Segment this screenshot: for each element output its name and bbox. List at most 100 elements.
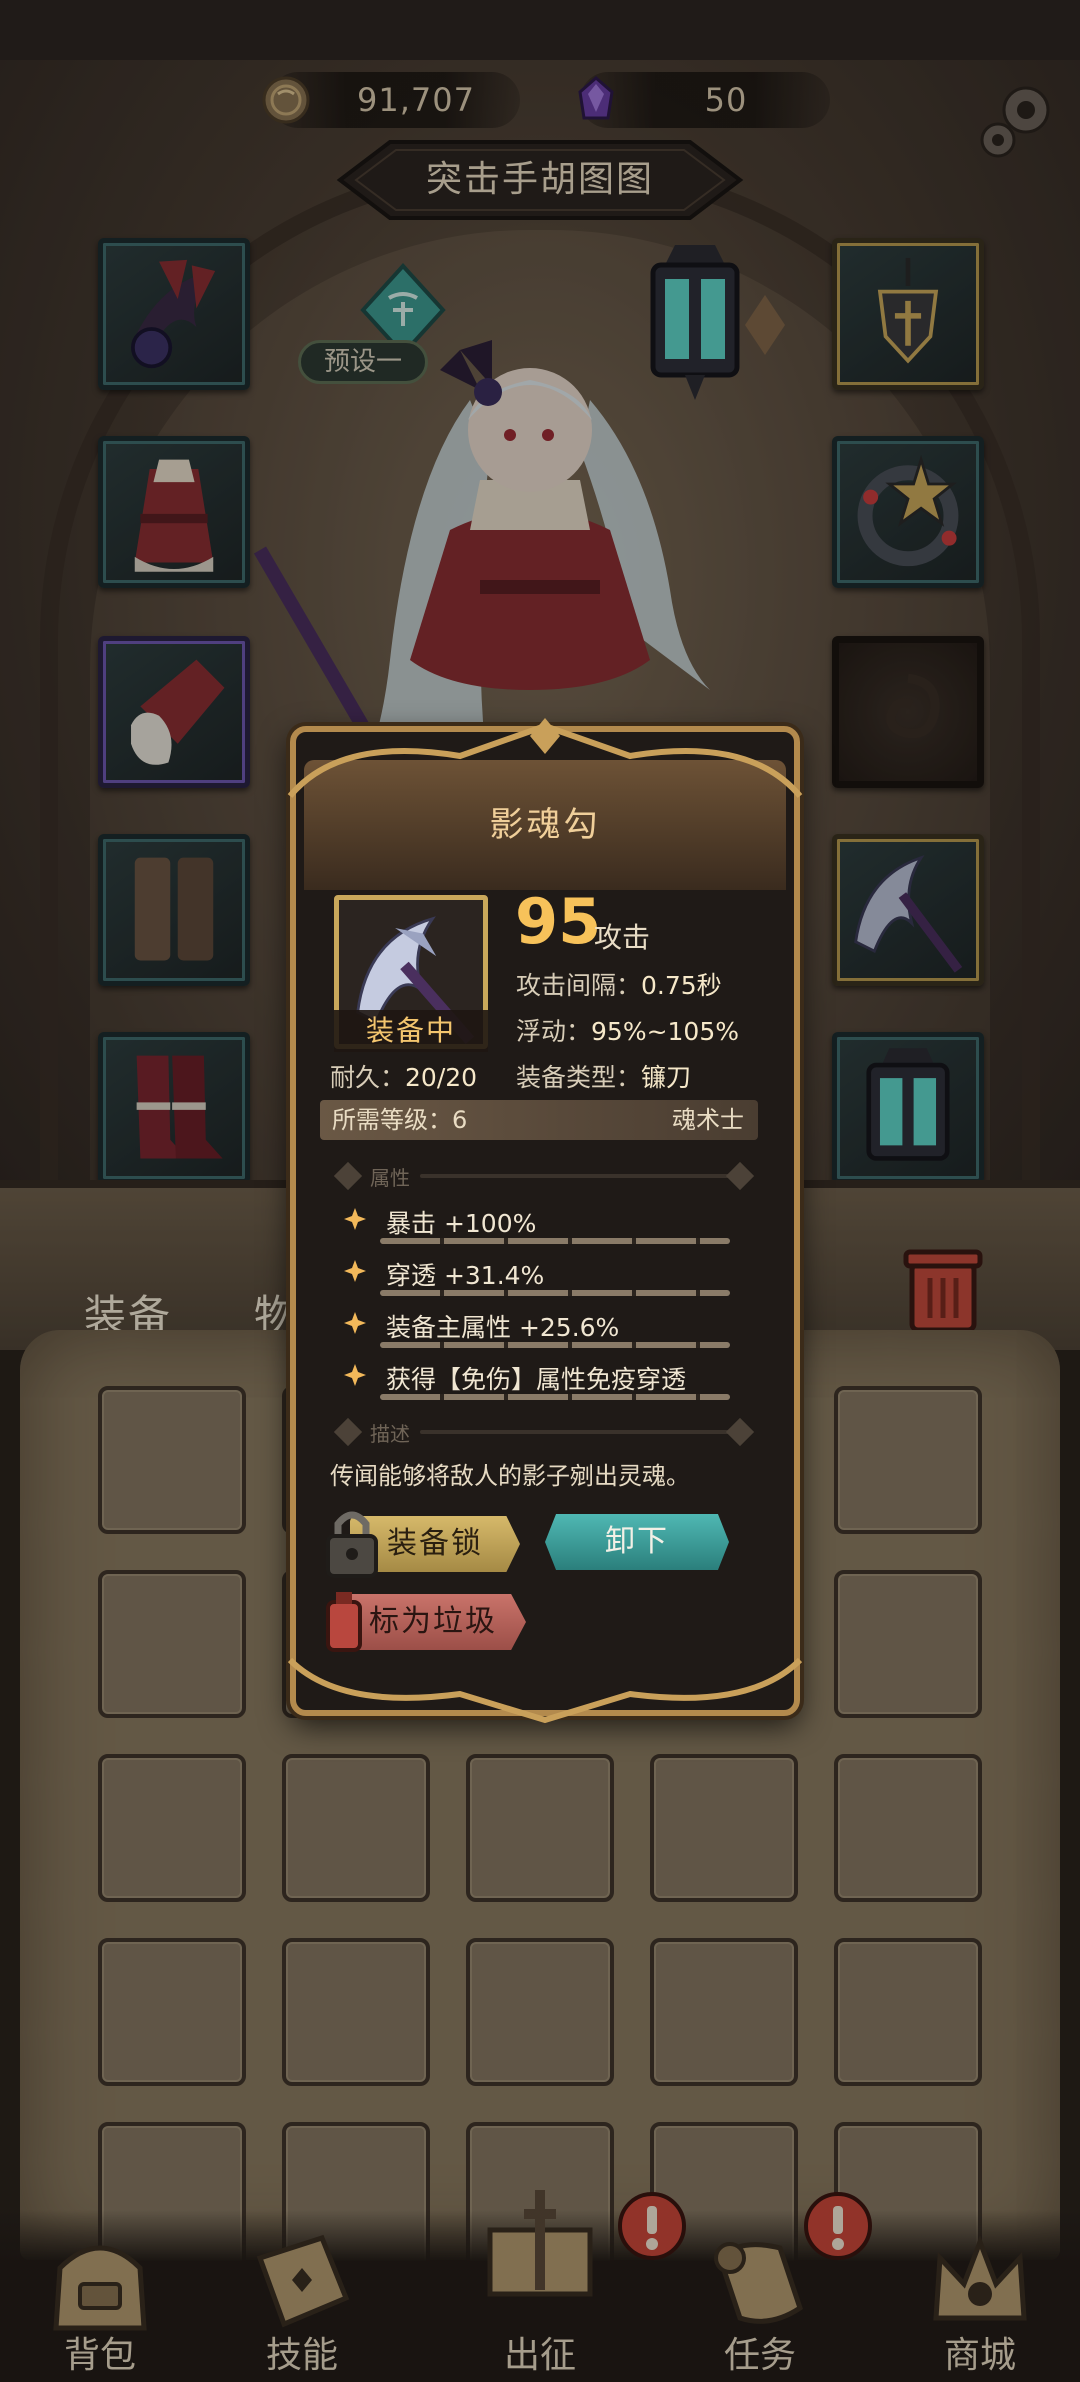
slot-ring[interactable] [832, 436, 984, 588]
attack-interval-label: 攻击间隔： [516, 971, 642, 1000]
trash-can-icon[interactable] [898, 1238, 988, 1338]
feather-headpiece-icon [131, 259, 216, 369]
slot-armor[interactable] [98, 436, 250, 588]
inventory-cell[interactable] [834, 1570, 982, 1718]
inventory-cell[interactable] [834, 1754, 982, 1902]
trash-lamp-icon [326, 1592, 362, 1652]
attribute-divider [380, 1290, 730, 1296]
float-value: 95%~105% [591, 1017, 740, 1046]
gem-amount: 50 [704, 81, 748, 119]
slot-pants[interactable] [98, 834, 250, 986]
backpack-icon [53, 2245, 147, 2331]
red-glove-icon [131, 659, 225, 765]
type-label: 装备类型： [516, 1063, 642, 1092]
leather-boots-icon [134, 857, 214, 961]
unequip-button[interactable]: 卸下 [545, 1514, 729, 1570]
slot-weapon[interactable] [832, 834, 984, 986]
slot-gloves[interactable] [98, 636, 250, 788]
expedition-sword-map-icon [487, 2190, 593, 2297]
inventory-cell[interactable] [466, 1938, 614, 2086]
attribute-divider [380, 1394, 730, 1400]
item-name: 影魂勾 [489, 805, 601, 845]
item-description: 传闻能够将敌人的影子剜出灵魂。 [330, 1462, 690, 1490]
inventory-cell[interactable] [466, 1754, 614, 1902]
gold-counter[interactable]: 91,707 [262, 72, 520, 128]
status-bar-band [0, 0, 1080, 60]
attribute-line: 暴击 +100% [386, 1209, 537, 1238]
inventory-cell[interactable] [650, 1754, 798, 1902]
gold-amount: 91,707 [357, 81, 475, 119]
level-requirement: 所需等级：6 [332, 1102, 467, 1138]
attribute-line: 穿透 +31.4% [386, 1261, 545, 1290]
shadow-scythe-icon [854, 855, 963, 973]
nav-expedition[interactable]: 出征 [440, 2170, 640, 2382]
nav-shop-label: 商城 [943, 2335, 1016, 2376]
nav-shop[interactable]: 商城 [880, 2210, 1080, 2382]
description-header: 描述 [370, 1422, 410, 1446]
section-divider [420, 1430, 734, 1434]
lantern-icon [650, 245, 785, 400]
attribute-star-icon [344, 1312, 366, 1334]
slot-amulet[interactable] [832, 238, 984, 390]
empty-slot-swirl-icon [886, 673, 940, 739]
inventory-cell[interactable] [98, 1386, 246, 1534]
equipped-tag: 装备中 [334, 1010, 488, 1052]
attack-interval-value: 0.75秒 [641, 971, 722, 1000]
padlock-icon [326, 1511, 378, 1578]
attribute-divider [380, 1342, 730, 1348]
skill-book-icon [256, 2234, 350, 2328]
shield-amulet-icon [877, 257, 939, 364]
gem-counter[interactable]: 50 [578, 72, 830, 128]
popup-ornament-top [287, 718, 803, 798]
level-label: 所需等级： [332, 1106, 452, 1134]
nav-bag[interactable]: 背包 [0, 2210, 200, 2382]
inventory-cell[interactable] [98, 1938, 246, 2086]
star-ring-icon [857, 454, 959, 567]
section-divider [420, 1174, 734, 1178]
attack-unit: 攻击 [594, 921, 651, 954]
shop-crown-icon [933, 2234, 1027, 2321]
nav-expedition-label: 出征 [503, 2335, 576, 2376]
attribute-line: 获得【免伤】属性免疫穿透 [386, 1365, 687, 1394]
nav-skills[interactable]: 技能 [202, 2210, 402, 2382]
inventory-cell[interactable] [834, 1386, 982, 1534]
class-requirement: 魂术士 [672, 1106, 744, 1134]
attribute-divider [380, 1238, 730, 1244]
attribute-star-icon [344, 1208, 366, 1230]
inventory-cell[interactable] [834, 1938, 982, 2086]
red-coat-armor-icon [134, 459, 214, 572]
durability-value: 20/20 [405, 1063, 478, 1092]
attack-interval-stat: 攻击间隔：0.75秒 [516, 966, 722, 1002]
attributes-header: 属性 [370, 1166, 410, 1190]
attribute-star-icon [344, 1260, 366, 1282]
red-boots-icon [136, 1055, 223, 1159]
inventory-cell[interactable] [98, 1570, 246, 1718]
durability-stat: 耐久：20/20 [330, 1058, 477, 1094]
nav-skills-label: 技能 [265, 2335, 338, 2376]
slot-helmet[interactable] [98, 238, 250, 390]
type-stat: 装备类型：镰刀 [516, 1058, 691, 1094]
inventory-cell[interactable] [650, 1938, 798, 2086]
inventory-cell[interactable] [98, 1754, 246, 1902]
attribute-star-icon [344, 1364, 366, 1386]
slot-boots[interactable] [98, 1032, 250, 1184]
inventory-cell[interactable] [282, 1754, 430, 1902]
expedition-alert-badge-icon [618, 2192, 686, 2260]
settings-gear-icon[interactable] [970, 78, 1060, 168]
coin-icon [262, 76, 310, 124]
nav-bag-label: 背包 [63, 2335, 136, 2376]
nav-quests-label: 任务 [723, 2335, 796, 2376]
slot-lantern[interactable] [832, 1032, 984, 1184]
quest-alert-badge-icon [804, 2192, 872, 2260]
slot-offhand-empty[interactable] [832, 636, 984, 788]
gem-icon [578, 76, 614, 120]
attack-value: 95 [515, 885, 602, 958]
type-value: 镰刀 [641, 1063, 692, 1092]
attribute-line: 装备主属性 +25.6% [386, 1313, 620, 1342]
level-value: 6 [452, 1106, 468, 1134]
character-name: 突击手胡图图 [425, 159, 654, 200]
inventory-cell[interactable] [282, 1938, 430, 2086]
float-stat: 浮动：95%~105% [516, 1012, 739, 1048]
lantern-item-icon [866, 1048, 950, 1161]
float-label: 浮动： [516, 1017, 592, 1046]
